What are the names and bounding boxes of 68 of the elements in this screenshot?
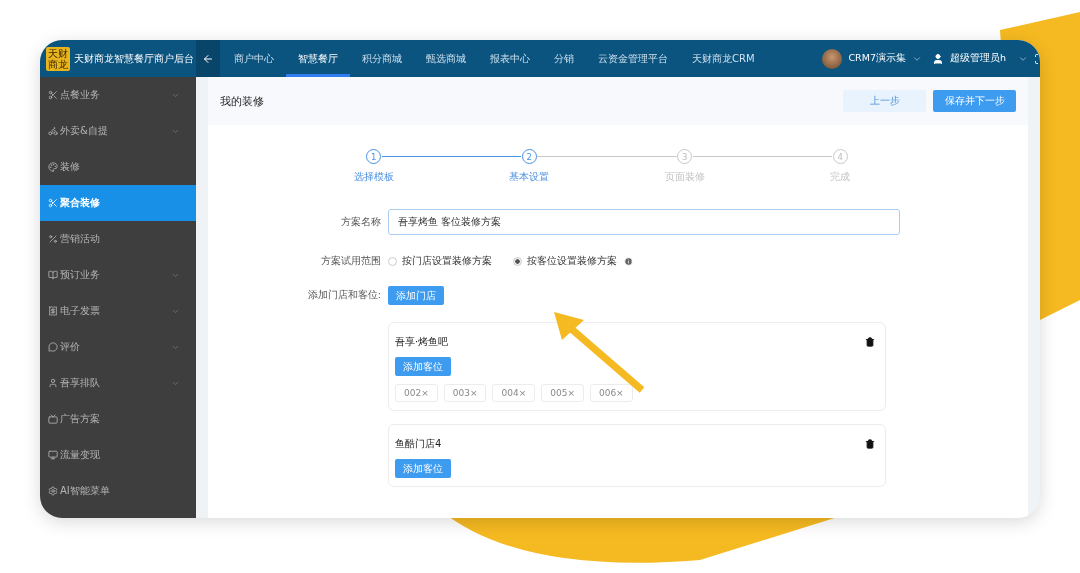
sidebar-item[interactable]: 电子发票 (40, 293, 196, 329)
percent-icon (48, 234, 58, 244)
receipt-icon (48, 306, 58, 316)
sidebar-item[interactable]: 预订业务 (40, 257, 196, 293)
back-arrow-icon[interactable] (202, 52, 214, 65)
name-field[interactable]: 吾享烤鱼 客位装修方案 (388, 209, 900, 235)
user-icon (48, 378, 58, 388)
nav-tab[interactable]: 积分商城 (350, 40, 414, 77)
add-seat-button[interactable]: 添加客位 (395, 459, 451, 478)
nav-tab[interactable]: 商户中心 (222, 40, 286, 77)
sidebar-item[interactable]: 评价 (40, 329, 196, 365)
nav-tab[interactable]: 天财商龙CRM (680, 40, 767, 77)
sidebar-item[interactable]: 营销活动 (40, 221, 196, 257)
trash-icon[interactable] (865, 439, 875, 449)
nav-tab[interactable]: 云资金管理平台 (586, 40, 680, 77)
nav-tab[interactable]: 分销 (542, 40, 586, 77)
sidebar-item[interactable]: 装修 (40, 149, 196, 185)
brand-title: 天财商龙智慧餐厅商户后台 (74, 51, 194, 66)
sidebar-item[interactable]: 聚合装修 (40, 185, 196, 221)
step-label: 基本设置 (509, 170, 550, 184)
monitor-icon (48, 450, 58, 460)
chat-icon (48, 342, 58, 352)
radio-button[interactable] (513, 257, 522, 266)
logo: 天财商龙 (46, 46, 70, 71)
sidebar-item[interactable]: 广告方案 (40, 401, 196, 437)
step-number: 2 (521, 149, 537, 164)
tv-icon (48, 414, 58, 424)
field-label: 方案试用范围 (320, 255, 381, 268)
radio-button[interactable] (388, 257, 397, 266)
nav-tab[interactable]: 甄选商城 (414, 40, 478, 77)
bike-icon (48, 126, 58, 136)
previous-button[interactable]: 上一步 (843, 90, 926, 112)
group-name[interactable]: CRM7演示集 (848, 52, 906, 65)
sidebar-item[interactable]: 流量变现 (40, 437, 196, 473)
nav-tab[interactable]: 报表中心 (478, 40, 542, 77)
palette-icon (48, 162, 58, 172)
scissors-icon (48, 90, 58, 100)
avatar[interactable] (822, 48, 843, 69)
page-title: 我的装修 (220, 93, 264, 109)
save-next-button[interactable]: 保存并下一步 (933, 90, 1016, 112)
trash-icon[interactable] (865, 337, 875, 347)
scissors-icon (48, 198, 58, 208)
seat-tag[interactable]: 003× (443, 384, 487, 402)
step-label: 选择模板 (353, 170, 394, 184)
step-number: 3 (677, 149, 693, 164)
step-number: 1 (366, 149, 382, 164)
field-label: 添加门店和客位: (306, 289, 381, 302)
sidebar-item[interactable]: 吾享排队 (40, 365, 196, 401)
sidebar-item[interactable]: 外卖&自提 (40, 113, 196, 149)
gear-icon (48, 486, 58, 496)
store-name: 吾享·烤鱼吧 (395, 335, 449, 349)
field-label: 方案名称 (340, 215, 381, 229)
radio-label: 按客位设置装修方案 (527, 255, 617, 268)
radio-label: 按门店设置装修方案 (402, 255, 492, 268)
add-store-button[interactable]: 添加门店 (388, 286, 444, 305)
sidebar-item[interactable]: 点餐业务 (40, 77, 196, 113)
user-name[interactable]: 超级管理员h (949, 52, 1006, 65)
store-name: 鱼酷门店4 (395, 437, 442, 451)
sidebar-item[interactable]: AI智能菜单 (40, 473, 196, 509)
seat-tag[interactable]: 006× (589, 384, 633, 402)
seat-tag[interactable]: 004× (492, 384, 536, 402)
book-icon (48, 270, 58, 280)
add-seat-button[interactable]: 添加客位 (395, 357, 451, 376)
seat-tag[interactable]: 005× (541, 384, 584, 402)
seat-tag[interactable]: 002× (395, 384, 438, 402)
back-button[interactable] (196, 40, 220, 77)
user-icon (931, 52, 944, 65)
info-icon[interactable] (624, 257, 633, 266)
